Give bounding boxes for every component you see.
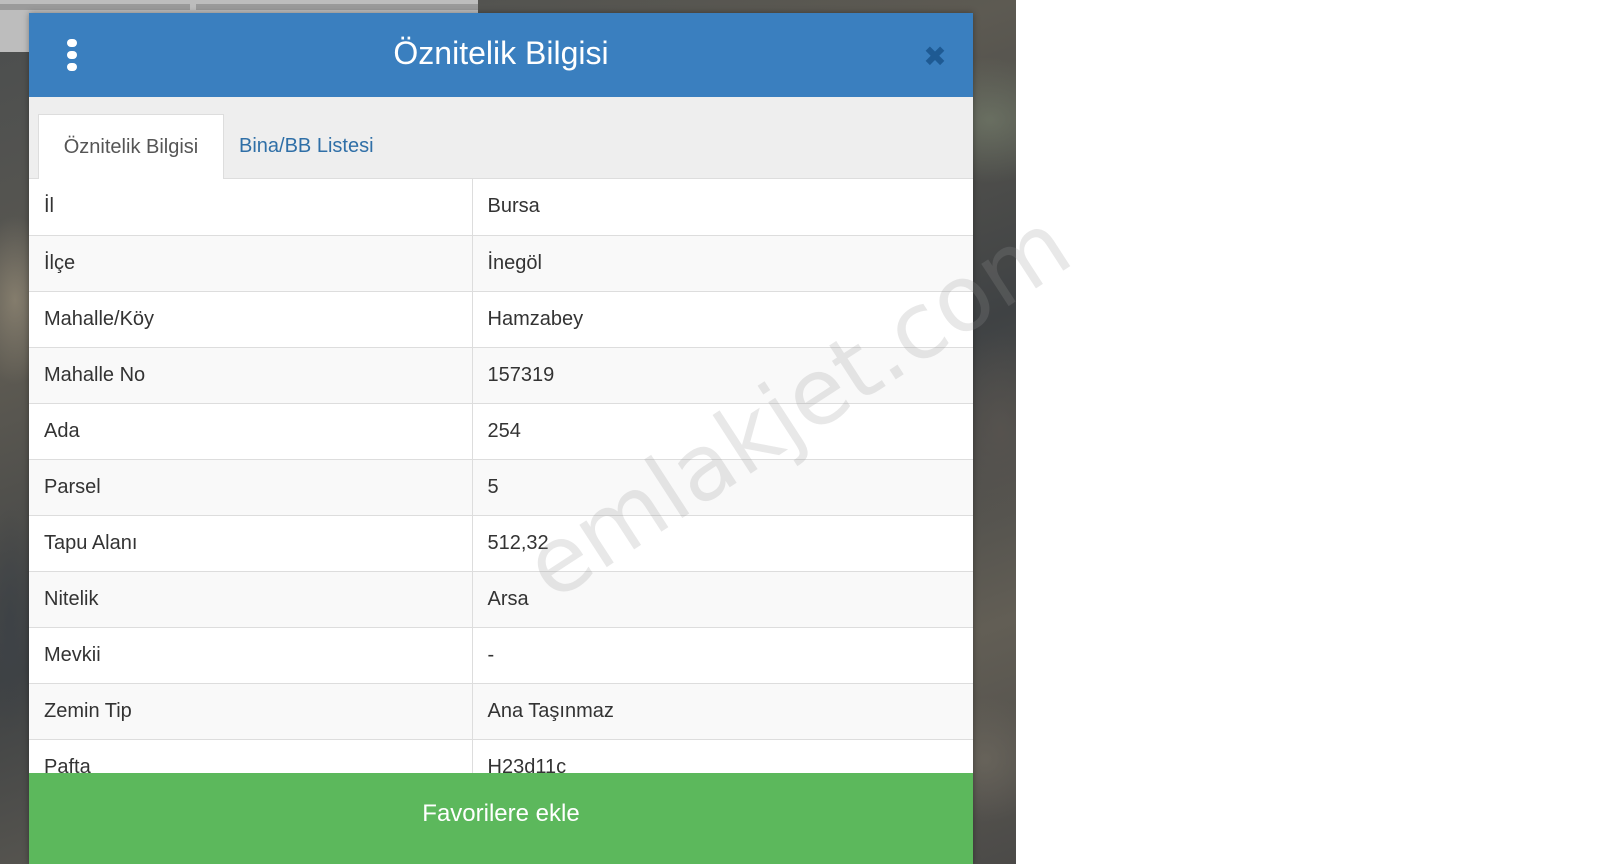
attribute-label: Mahalle/Köy (29, 290, 473, 347)
attribute-label: Tapu Alanı (29, 514, 473, 571)
attribute-value: Bursa (472, 179, 973, 235)
attribute-label: Parsel (29, 458, 473, 515)
close-icon[interactable]: ✖ (921, 43, 949, 71)
table-row: İl Bursa (29, 179, 973, 235)
attribute-value: 5 (472, 458, 973, 515)
attribute-info-dialog: Öznitelik Bilgisi ✖ Öznitelik Bilgisi Bi… (29, 13, 973, 864)
add-to-favorites-button[interactable]: Favorilere ekle (29, 773, 973, 864)
attribute-value: Arsa (472, 570, 973, 627)
attribute-label: Ada (29, 402, 473, 459)
attribute-label: Mahalle No (29, 346, 473, 403)
attribute-value: 157319 (472, 346, 973, 403)
vertical-ellipsis-icon[interactable] (65, 39, 79, 71)
attribute-label: İlçe (29, 234, 473, 291)
tab-building-list[interactable]: Bina/BB Listesi (239, 114, 429, 180)
attribute-value: Hamzabey (472, 290, 973, 347)
attribute-table: İl Bursa İlçe İnegöl Mahalle/Köy Hamzabe… (29, 179, 973, 795)
attribute-value: - (472, 626, 973, 683)
attribute-value: İnegöl (472, 234, 973, 291)
dialog-title: Öznitelik Bilgisi (393, 35, 609, 71)
tab-attribute-info[interactable]: Öznitelik Bilgisi (38, 114, 224, 180)
table-row: İlçe İnegöl (29, 234, 973, 291)
table-row: Ada 254 (29, 402, 973, 459)
map-toolbar-segment (196, 4, 478, 10)
attribute-label: İl (29, 179, 473, 235)
attribute-value: 254 (472, 402, 973, 459)
attribute-label: Mevkii (29, 626, 473, 683)
table-row: Mahalle No 157319 (29, 346, 973, 403)
attribute-label: Nitelik (29, 570, 473, 627)
table-row: Zemin Tip Ana Taşınmaz (29, 682, 973, 739)
attribute-value: Ana Taşınmaz (472, 682, 973, 739)
map-toolbar-segment (0, 4, 190, 10)
table-row: Mahalle/Köy Hamzabey (29, 290, 973, 347)
dialog-header: Öznitelik Bilgisi ✖ (29, 13, 973, 97)
table-row: Parsel 5 (29, 458, 973, 515)
attribute-label: Zemin Tip (29, 682, 473, 739)
tab-bar: Öznitelik Bilgisi Bina/BB Listesi (29, 97, 973, 180)
table-row: Nitelik Arsa (29, 570, 973, 627)
attribute-value: 512,32 (472, 514, 973, 571)
table-row: Tapu Alanı 512,32 (29, 514, 973, 571)
table-row: Mevkii - (29, 626, 973, 683)
